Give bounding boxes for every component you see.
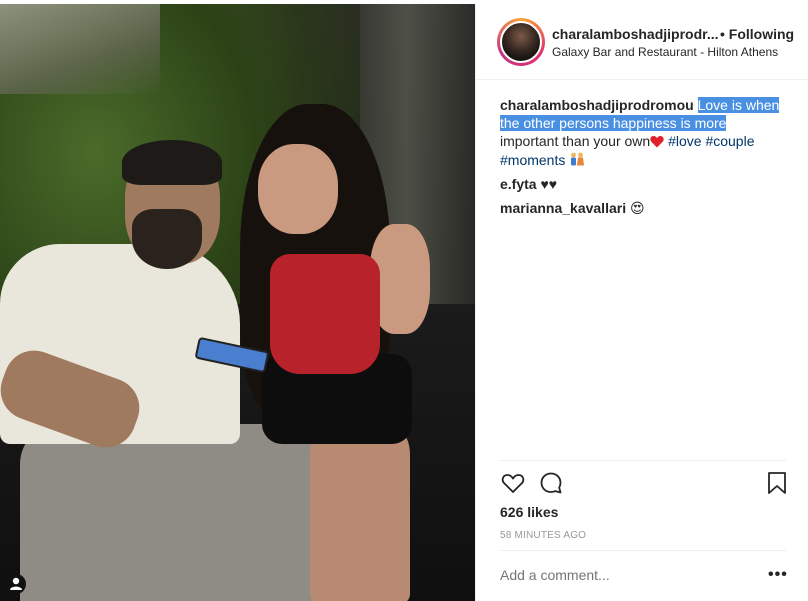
likes-count[interactable]: 626 likes (500, 504, 558, 520)
caption-username[interactable]: charalamboshadjiprodromou (500, 97, 694, 113)
comment-text: ♥♥ (540, 176, 558, 192)
person-icon[interactable] (6, 574, 26, 594)
avatar[interactable] (500, 21, 542, 63)
comment-username[interactable]: marianna_kavallari (500, 200, 626, 216)
hashtag-moments[interactable]: #moments (500, 152, 565, 168)
more-options-button[interactable]: ••• (768, 566, 788, 584)
hashtag-love[interactable]: #love (668, 133, 701, 149)
add-comment-input[interactable] (500, 567, 750, 583)
red-heart-icon (650, 134, 664, 148)
post-timestamp[interactable]: 58 MINUTES AGO (500, 530, 586, 541)
post-header: charalamboshadjiprodr... • Following Gal… (476, 4, 808, 80)
photo-woman-face (258, 144, 338, 234)
caption-text-highlighted-1: Love is when (697, 97, 780, 113)
person-icon-glyph (10, 577, 22, 590)
photo-background-ceiling (0, 4, 160, 94)
caption: charalamboshadjiprodromou Love is when t… (500, 96, 796, 169)
post-sidebar: charalamboshadjiprodr... • Following Gal… (475, 4, 808, 601)
heart-icon[interactable] (500, 470, 526, 496)
divider (500, 550, 786, 551)
hashtag-couple[interactable]: #couple (705, 133, 754, 149)
caption-text: important than your own (500, 133, 651, 149)
comment-text: 😍 (629, 200, 645, 216)
comment-item: e.fyta ♥♥ (500, 175, 796, 193)
bookmark-icon[interactable] (764, 470, 790, 496)
photo-man-beard (132, 209, 202, 269)
comment-item: marianna_kavallari 😍 (500, 199, 796, 217)
following-button[interactable]: • Following (720, 26, 794, 42)
divider (500, 460, 786, 461)
post-photo[interactable] (0, 4, 475, 601)
comment-username[interactable]: e.fyta (500, 176, 537, 192)
story-ring[interactable] (497, 18, 545, 66)
action-bar (498, 470, 788, 498)
caption-text-highlighted-2: the other persons happiness is more (500, 115, 727, 131)
author-username[interactable]: charalamboshadjiprodr... (552, 26, 719, 42)
couple-emoji-icon (569, 152, 585, 166)
comment-bubble-icon[interactable] (538, 470, 564, 496)
photo-woman-top (270, 254, 380, 374)
location-link[interactable]: Galaxy Bar and Restaurant - Hilton Athen… (552, 45, 778, 59)
photo-man-hair (122, 140, 222, 185)
photo-man-pants (20, 424, 320, 601)
comments-section: charalamboshadjiprodromou Love is when t… (500, 96, 796, 223)
